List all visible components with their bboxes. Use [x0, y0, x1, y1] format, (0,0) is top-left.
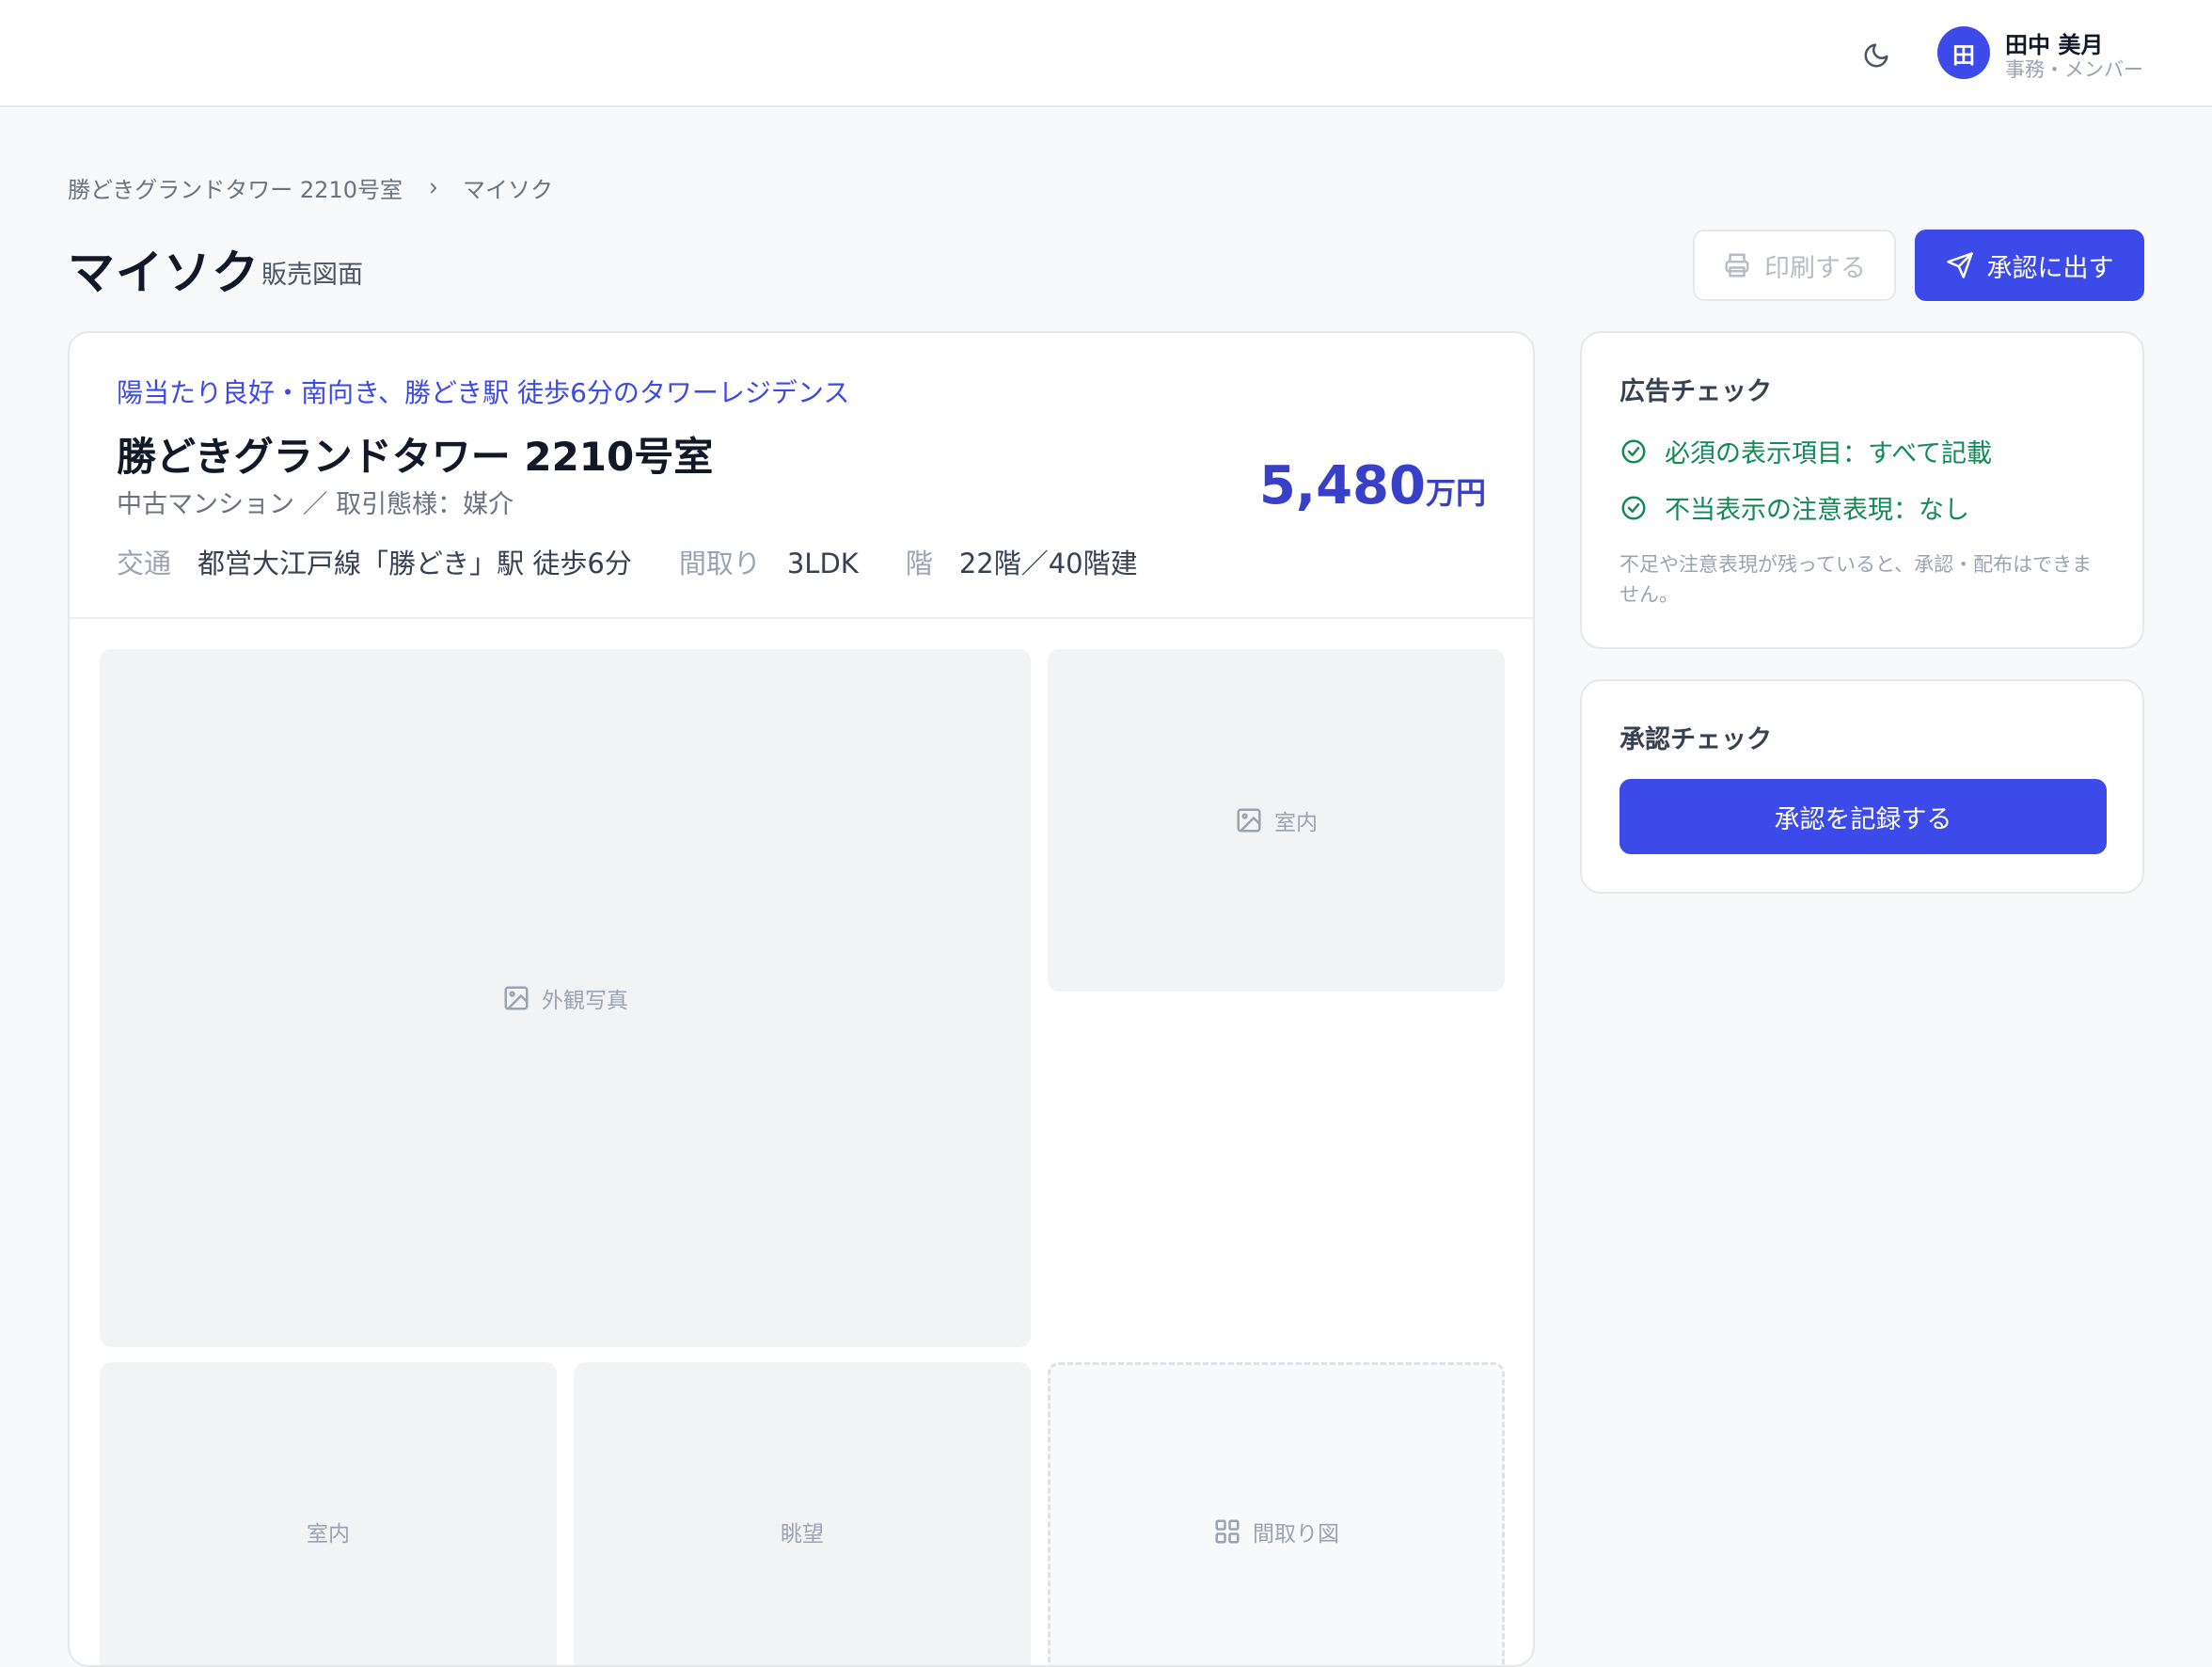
- user-role: 事務・メンバー: [2005, 58, 2143, 81]
- submit-button-label: 承認に出す: [1986, 253, 2114, 283]
- property-type: 中古マンション ／ 取引態様：媒介: [117, 490, 514, 519]
- check-item-label: 不当表示の注意表現：なし: [1665, 496, 1969, 525]
- record-approval-button[interactable]: 承認を記録する: [1620, 779, 2107, 854]
- photo-label: 室内: [1274, 811, 1318, 835]
- spec-label-layout: 間取り: [678, 548, 761, 579]
- spec-label-floor: 階: [905, 548, 933, 579]
- photo-slot-floorplan[interactable]: 間取り図: [1048, 1362, 1505, 1665]
- ad-check-card: 広告チェック 必須の表示項目：すべて記載 不当表示の注意表現：なし 不足や注意表…: [1580, 331, 2144, 649]
- avatar[interactable]: 田: [1937, 26, 1990, 79]
- submit-for-approval-button[interactable]: 承認に出す: [1915, 230, 2144, 301]
- photo-label: 眺望: [781, 1522, 824, 1547]
- approval-check-title: 承認チェック: [1620, 725, 1772, 754]
- check-circle-icon: [1621, 439, 1646, 463]
- ad-check-title: 広告チェック: [1620, 377, 1772, 406]
- record-approval-label: 承認を記録する: [1774, 804, 1952, 834]
- catchcopy: 陽当たり良好・南向き、勝どき駅 徒歩6分のタワーレジデンス: [117, 377, 850, 408]
- property-name: 勝どきグランドタワー 2210号室: [117, 434, 714, 480]
- photo-slot-view[interactable]: 眺望: [574, 1362, 1031, 1665]
- photo-slot-exterior[interactable]: 外観写真: [100, 649, 1031, 1347]
- print-button-label: 印刷する: [1764, 253, 1866, 283]
- check-item-label: 必須の表示項目：すべて記載: [1665, 439, 1993, 468]
- spec-label-access: 交通: [117, 548, 172, 579]
- price-unit: 万円: [1425, 475, 1486, 511]
- spec-value-floor: 22階／40階建: [958, 548, 1138, 579]
- price: 5,480 万円: [1259, 455, 1486, 516]
- image-icon: [1237, 808, 1261, 833]
- check-circle-icon: [1621, 496, 1646, 519]
- check-item: 必須の表示項目：すべて記載: [1620, 433, 1992, 469]
- breadcrumb-item-property[interactable]: 勝どきグランドタワー 2210号室: [68, 171, 403, 204]
- photo-label: 間取り図: [1253, 1522, 1339, 1547]
- ad-check-note: 不足や注意表現が残っていると、承認・配布はできません。: [1620, 553, 2093, 606]
- breadcrumb: 勝どきグランドタワー 2210号室 マイソク: [68, 171, 553, 204]
- spec-value-layout: 3LDK: [786, 548, 859, 579]
- page-title: マイソク: [68, 246, 260, 300]
- printer-icon: [1725, 253, 1749, 278]
- flyer-card: 陽当たり良好・南向き、勝どき駅 徒歩6分のタワーレジデンス 勝どきグランドタワー…: [68, 331, 1535, 1667]
- property-specs: 交通 都営大江戸線「勝どき」駅 徒歩6分 間取り 3LDK 階 22階／40階建: [117, 542, 1185, 581]
- top-bar: 田 田中 美月 事務・メンバー: [0, 0, 2212, 107]
- page-subtitle: 販売図面: [261, 261, 363, 290]
- approval-check-card: 承認チェック 承認を記録する: [1580, 679, 2144, 894]
- price-value: 5,480: [1258, 455, 1426, 516]
- check-item: 不当表示の注意表現：なし: [1620, 489, 1969, 526]
- theme-toggle-button[interactable]: [1856, 36, 1896, 75]
- moon-icon: [1864, 43, 1888, 68]
- photo-slot-interior-2[interactable]: 室内: [100, 1362, 557, 1665]
- breadcrumb-item-current: マイソク: [463, 177, 553, 203]
- send-icon: [1946, 252, 1973, 278]
- print-button[interactable]: 印刷する: [1693, 230, 1896, 301]
- divider: [70, 617, 1533, 619]
- spec-value-access: 都営大江戸線「勝どき」駅 徒歩6分: [198, 548, 632, 579]
- chevron-right-icon: [425, 180, 442, 197]
- grid-icon: [1215, 1519, 1240, 1544]
- photo-slot-interior[interactable]: 室内: [1048, 649, 1505, 992]
- photo-label: 外観写真: [542, 989, 628, 1013]
- photo-label: 室内: [307, 1522, 350, 1547]
- image-icon: [504, 986, 529, 1010]
